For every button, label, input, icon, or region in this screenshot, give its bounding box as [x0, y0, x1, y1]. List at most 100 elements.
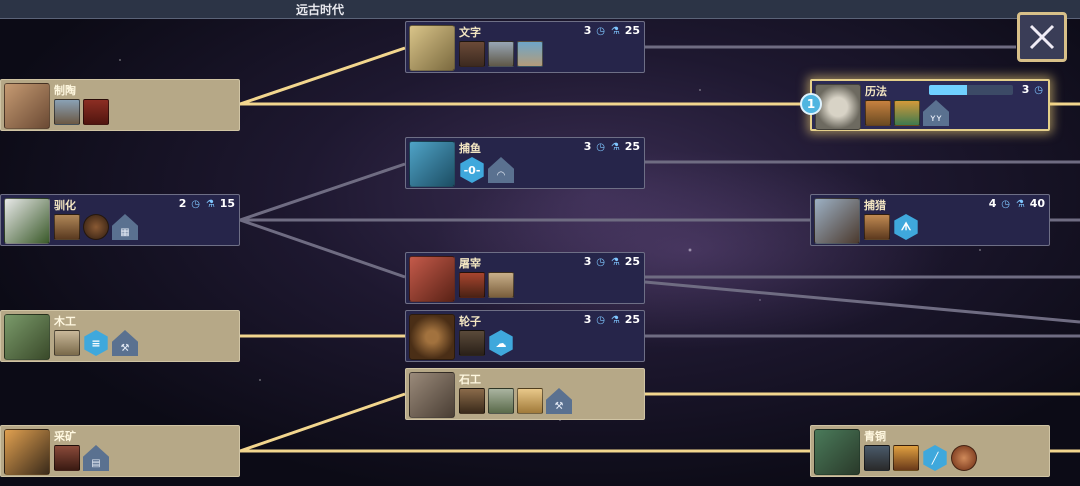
tech-cost: 3 ◷ ⚗ 25 — [584, 24, 640, 37]
pyramid-icon[interactable] — [517, 388, 543, 414]
tech-name: 石工 — [459, 373, 481, 386]
tech-node-hunting[interactable]: 捕猎 4 ◷ ⚗ 40 ᗑ — [810, 194, 1050, 246]
research-progress-bar — [929, 85, 1013, 95]
forge-icon[interactable] — [864, 445, 890, 471]
plantation-icon[interactable] — [865, 100, 891, 126]
science-icon: ⚗ — [610, 257, 620, 268]
turns-value: 3 — [583, 140, 592, 153]
movement-bonus-icon[interactable]: ☁ — [489, 330, 513, 356]
tech-cost: 3 ◷ ⚗ 25 — [584, 313, 640, 326]
tech-name: 青铜 — [864, 430, 886, 443]
unlock-list — [54, 99, 109, 127]
lumber-mill-icon[interactable] — [54, 330, 80, 356]
ore-icon[interactable] — [54, 445, 80, 471]
science-icon: ⚗ — [610, 26, 620, 37]
jars-icon[interactable] — [83, 99, 109, 125]
tech-node-fishing[interactable]: 捕鱼 3 ◷ ⚗ 25 -0- ◠ — [405, 137, 645, 189]
hunting-camp-icon[interactable] — [864, 214, 890, 240]
fish-icon — [409, 141, 455, 187]
bronze-bonus-icon[interactable]: ╱ — [923, 445, 947, 471]
axe-icon — [4, 314, 50, 360]
research-progress-fill — [929, 85, 967, 95]
unlock-list: ᗑ — [864, 214, 919, 242]
tech-node-mining[interactable]: 采矿 ▤ — [0, 425, 240, 477]
pickaxe-icon — [4, 429, 50, 475]
food-bonus-icon[interactable]: -0- — [460, 157, 484, 183]
tech-node-writing[interactable]: 文字 3 ◷ ⚗ 25 — [405, 21, 645, 73]
pasture-icon[interactable]: ▦ — [112, 214, 138, 240]
tech-node-pottery[interactable]: 制陶 — [0, 79, 240, 131]
turns-icon: ◷ — [596, 142, 606, 153]
stonehenge-icon[interactable] — [894, 100, 920, 126]
pottery-icon — [4, 83, 50, 129]
copper-icon[interactable] — [951, 445, 977, 471]
tech-name: 捕猎 — [864, 199, 886, 212]
link-mining-masonry — [239, 392, 406, 453]
tech-node-bronze[interactable]: 青铜 ╱ — [810, 425, 1050, 477]
turns-value: 3 — [583, 255, 592, 268]
tech-cost: 4 ◷ ⚗ 40 — [989, 197, 1045, 210]
unlock-list: ☁ — [459, 330, 514, 358]
unlock-list: ▤ — [54, 445, 109, 473]
link-domestication-butchery — [239, 218, 406, 279]
tech-node-woodworking[interactable]: 木工 ≡ ⚒ — [0, 310, 240, 362]
unlock-list — [459, 272, 514, 300]
science-icon: ⚗ — [205, 199, 215, 210]
link-domestication-fishing — [239, 162, 406, 222]
wonder-icon[interactable] — [517, 41, 543, 67]
tech-node-domestication[interactable]: 驯化 2 ◷ ⚗ 15 ▦ — [0, 194, 240, 246]
turns-icon: ◷ — [596, 257, 606, 268]
walls-icon[interactable] — [459, 388, 485, 414]
fishing-boats-icon[interactable]: ◠ — [488, 157, 514, 183]
unlock-list: ▦ — [54, 214, 138, 242]
smelter-icon[interactable] — [893, 445, 919, 471]
tech-cost: 3 ◷ ⚗ 25 — [584, 255, 640, 268]
camp-improvement-icon[interactable]: ᗑ — [894, 214, 918, 240]
mine-improvement-icon[interactable]: ▤ — [83, 445, 109, 471]
quarry-icon[interactable]: ⚒ — [546, 388, 572, 414]
turns-icon: ◷ — [1001, 199, 1011, 210]
tech-node-wheel[interactable]: 轮子 3 ◷ ⚗ 25 ☁ — [405, 310, 645, 362]
horse-icon[interactable] — [83, 214, 109, 240]
chariot-icon[interactable] — [459, 330, 485, 356]
tech-name: 采矿 — [54, 430, 76, 443]
tech-name: 轮子 — [459, 315, 481, 328]
tech-name: 历法 — [865, 85, 887, 98]
tech-name: 制陶 — [54, 84, 76, 97]
science-icon: ⚗ — [610, 142, 620, 153]
production-bonus-icon[interactable]: ≡ — [84, 330, 108, 356]
unlock-list — [459, 41, 543, 69]
granary-icon[interactable] — [54, 99, 80, 125]
anvil-icon — [814, 429, 860, 475]
close-button[interactable] — [1017, 12, 1067, 62]
science-value: 25 — [624, 140, 640, 153]
aqueduct-icon[interactable] — [488, 388, 514, 414]
turns-icon: ◷ — [1034, 85, 1043, 96]
science-value: 40 — [1029, 197, 1045, 210]
tech-cost: 2 ◷ ⚗ 15 — [179, 197, 235, 210]
research-queue-badge: 1 — [800, 93, 822, 115]
tech-node-masonry[interactable]: 石工 ⚒ — [405, 368, 645, 420]
tech-name: 屠宰 — [459, 257, 481, 270]
turns-icon: ◷ — [596, 26, 606, 37]
tech-name: 驯化 — [54, 199, 76, 212]
butcher-icon[interactable] — [459, 272, 485, 298]
link-pottery-writing — [239, 46, 406, 106]
tablet-icon — [409, 25, 455, 71]
turns-icon: ◷ — [191, 199, 201, 210]
science-icon: ⚗ — [1015, 199, 1025, 210]
tech-cost: 3 ◷ ⚗ 25 — [584, 140, 640, 153]
tech-node-calendar[interactable]: 历法 3 ◷ 1 ʏʏ — [800, 79, 1050, 131]
tech-node-butchery[interactable]: 屠宰 3 ◷ ⚗ 25 — [405, 252, 645, 304]
era-header-bar: 远古时代 — [0, 0, 1080, 19]
tech-name: 捕鱼 — [459, 142, 481, 155]
unlock-list: ╱ — [864, 445, 977, 473]
woodcutter-icon[interactable]: ⚒ — [112, 330, 138, 356]
barn-icon[interactable] — [54, 214, 80, 240]
plantation-improvement-icon[interactable]: ʏʏ — [923, 100, 949, 126]
library-icon[interactable] — [459, 41, 485, 67]
link-butchery-diag — [644, 280, 1080, 324]
stone-icon — [409, 372, 455, 418]
market-icon[interactable] — [488, 272, 514, 298]
temple-icon[interactable] — [488, 41, 514, 67]
